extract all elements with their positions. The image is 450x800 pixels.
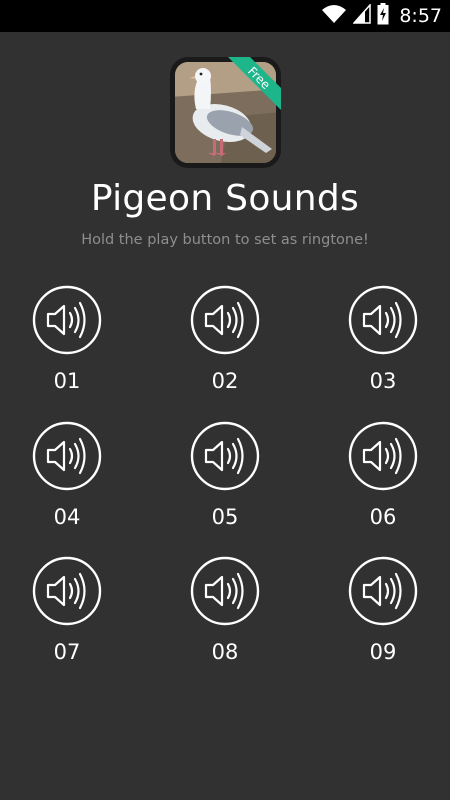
sound-label: 03 [369,369,397,393]
sound-label: 01 [53,369,81,393]
speaker-icon [348,556,418,626]
app-icon: Free [170,57,281,168]
sound-button-02[interactable]: 02 [165,285,285,405]
speaker-icon [32,285,102,355]
status-time: 8:57 [399,5,442,27]
sound-button-07[interactable]: 07 [7,556,127,676]
sound-button-09[interactable]: 09 [323,556,443,676]
sound-label: 04 [53,505,81,529]
speaker-icon [32,421,102,491]
sound-label: 09 [369,640,397,664]
wifi-icon [321,4,347,28]
cellular-signal-icon [352,3,372,28]
sound-button-08[interactable]: 08 [165,556,285,676]
sound-button-03[interactable]: 03 [323,285,443,405]
sound-button-01[interactable]: 01 [7,285,127,405]
speaker-icon [190,285,260,355]
speaker-icon [32,556,102,626]
sound-button-05[interactable]: 05 [165,421,285,541]
app-subtitle: Hold the play button to set as ringtone! [81,232,369,248]
speaker-icon [190,556,260,626]
sound-label: 05 [211,505,239,529]
status-bar: 8:57 [0,0,450,32]
battery-charging-icon [377,3,389,29]
status-icons: 8:57 [321,0,442,32]
speaker-icon [348,421,418,491]
sound-label: 02 [211,369,239,393]
speaker-icon [190,421,260,491]
sound-button-06[interactable]: 06 [323,421,443,541]
sound-label: 06 [369,505,397,529]
sound-button-04[interactable]: 04 [7,421,127,541]
sound-label: 07 [53,640,81,664]
speaker-icon [348,285,418,355]
sound-label: 08 [211,640,239,664]
app-title: Pigeon Sounds [90,178,360,219]
